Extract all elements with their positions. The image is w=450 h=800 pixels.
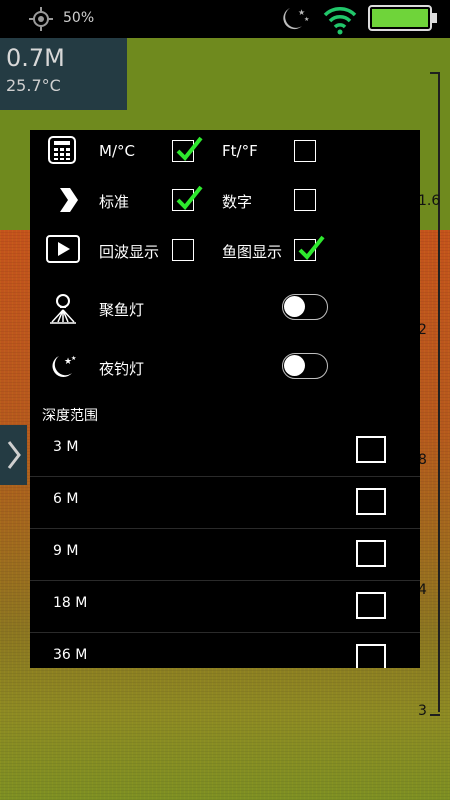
svg-text:★: ★ <box>71 355 76 362</box>
standard-mode-checkbox[interactable] <box>172 185 203 211</box>
moon-stars-icon: ★ ★ <box>48 352 78 384</box>
checkmark-icon <box>176 185 203 210</box>
depth-option-3m[interactable]: 3 M <box>30 424 420 477</box>
chevron-right-icon <box>58 188 78 216</box>
status-bar: 50% ★ ★ <box>0 0 450 38</box>
depth-option-label: 18 M <box>53 595 88 611</box>
toggle-knob <box>284 296 305 317</box>
checkmark-icon <box>176 136 203 161</box>
digital-mode-label: 数字 <box>222 193 253 211</box>
moon-stars-icon: ★ ★ <box>276 4 312 38</box>
depth-option-checkbox[interactable] <box>356 592 386 619</box>
echo-display-checkbox[interactable] <box>172 239 194 261</box>
fish-light-label: 聚鱼灯 <box>99 301 145 319</box>
checkmark-icon <box>298 235 325 260</box>
depth-option-36m[interactable]: 36 M <box>30 632 420 668</box>
depth-option-6m[interactable]: 6 M <box>30 476 420 529</box>
water-temperature: 25.7°C <box>6 76 61 95</box>
depth-option-label: 3 M <box>53 439 79 455</box>
play-display-icon <box>46 235 80 267</box>
fish-light-toggle[interactable] <box>282 294 328 320</box>
fish-light-icon <box>48 292 78 328</box>
metric-units-checkbox[interactable] <box>172 136 203 162</box>
depth-range-title: 深度范围 <box>42 408 98 424</box>
depth-value: 0.7M <box>6 44 65 72</box>
scale-tick <box>430 72 440 74</box>
depth-option-9m[interactable]: 9 M <box>30 528 420 581</box>
battery-icon <box>368 5 438 35</box>
metric-units-label: M/°C <box>99 142 135 160</box>
svg-text:★: ★ <box>304 16 309 23</box>
depth-readout-panel: 0.7M 25.7°C <box>0 38 127 110</box>
scale-tick <box>430 714 440 716</box>
imperial-units-checkbox[interactable] <box>294 140 316 162</box>
night-light-label: 夜钓灯 <box>99 360 145 378</box>
scale-label: 1.6 <box>418 193 441 209</box>
depth-option-checkbox[interactable] <box>356 644 386 668</box>
chevron-right-icon <box>7 441 21 469</box>
gps-icon <box>28 6 54 36</box>
depth-option-label: 6 M <box>53 491 79 507</box>
side-panel-toggle[interactable] <box>0 425 27 485</box>
depth-option-label: 36 M <box>53 647 88 663</box>
standard-mode-label: 标准 <box>99 193 130 211</box>
digital-mode-checkbox[interactable] <box>294 189 316 211</box>
imperial-units-label: Ft/°F <box>222 142 258 160</box>
toggle-knob <box>284 355 305 376</box>
depth-option-checkbox[interactable] <box>356 436 386 463</box>
fish-display-checkbox[interactable] <box>294 235 325 261</box>
depth-option-label: 9 M <box>53 543 79 559</box>
wifi-icon <box>322 3 358 39</box>
echo-display-label: 回波显示 <box>99 243 160 261</box>
settings-dialog: M/°C Ft/°F 标准 数字 回波显示 鱼图显示 聚鱼灯 ★ ★ 夜钓灯 深… <box>30 130 420 668</box>
depth-option-checkbox[interactable] <box>356 540 386 567</box>
units-grid-icon <box>48 136 76 168</box>
depth-option-18m[interactable]: 18 M <box>30 580 420 633</box>
depth-option-checkbox[interactable] <box>356 488 386 515</box>
night-light-toggle[interactable] <box>282 353 328 379</box>
depth-scale <box>438 72 440 712</box>
scale-label: 3 <box>418 703 427 719</box>
battery-percent: 50% <box>63 10 95 26</box>
fish-display-label: 鱼图显示 <box>222 243 283 261</box>
